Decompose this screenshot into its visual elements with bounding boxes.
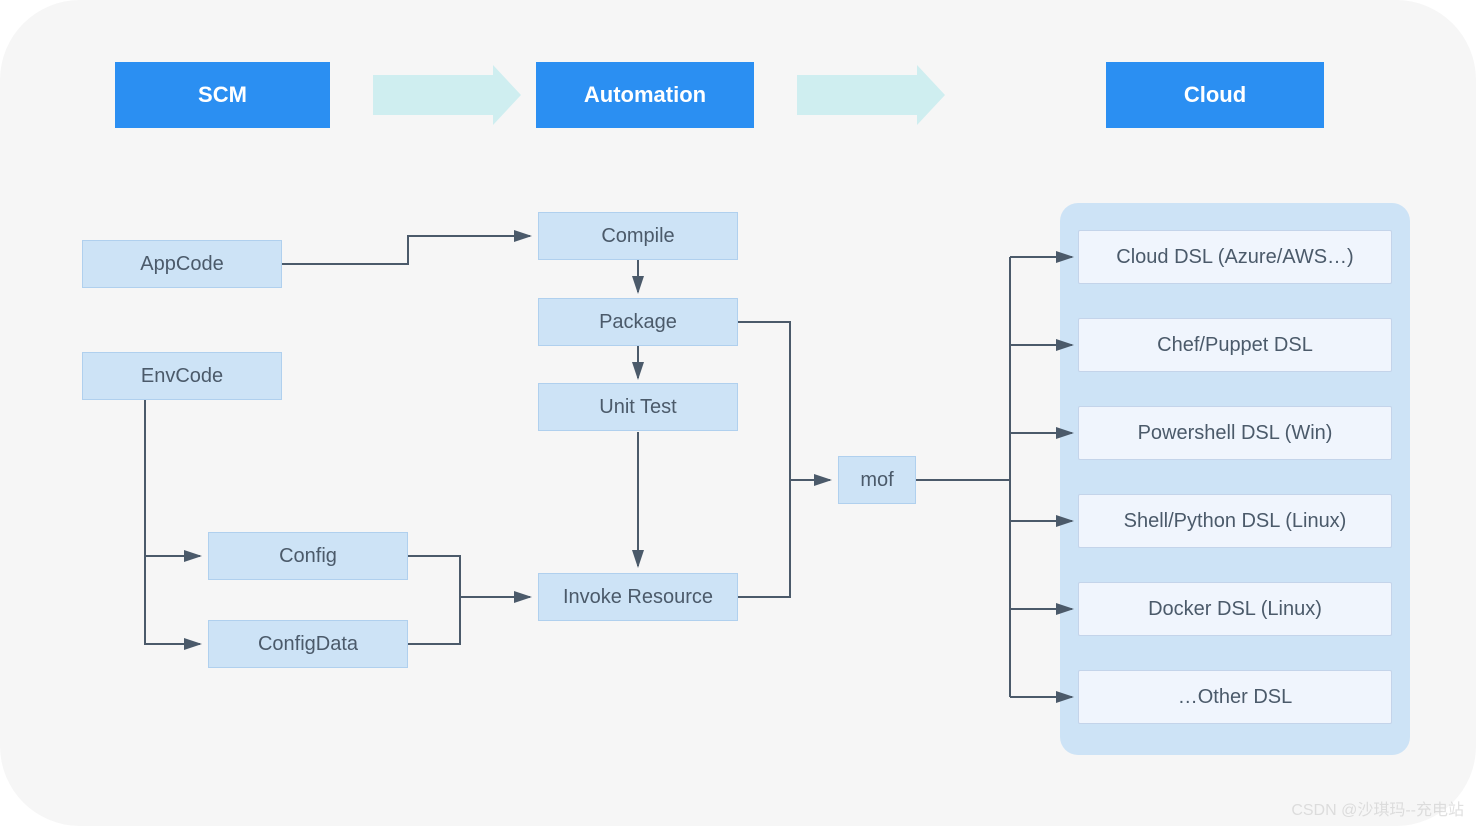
flow-arrow-2 — [797, 75, 917, 115]
node-envcode: EnvCode — [82, 352, 282, 400]
header-scm: SCM — [115, 62, 330, 128]
diagram-canvas: SCM Automation Cloud AppCode EnvCode Con… — [0, 0, 1476, 826]
node-configdata: ConfigData — [208, 620, 408, 668]
node-invoke: Invoke Resource — [538, 573, 738, 621]
node-config: Config — [208, 532, 408, 580]
node-package: Package — [538, 298, 738, 346]
cloud-item-0: Cloud DSL (Azure/AWS…) — [1078, 230, 1392, 284]
node-unittest: Unit Test — [538, 383, 738, 431]
watermark: CSDN @沙琪玛--充电站 — [1291, 796, 1464, 820]
header-cloud: Cloud — [1106, 62, 1324, 128]
cloud-item-5: …Other DSL — [1078, 670, 1392, 724]
cloud-item-3: Shell/Python DSL (Linux) — [1078, 494, 1392, 548]
cloud-item-1: Chef/Puppet DSL — [1078, 318, 1392, 372]
node-mof: mof — [838, 456, 916, 504]
node-appcode: AppCode — [82, 240, 282, 288]
cloud-item-4: Docker DSL (Linux) — [1078, 582, 1392, 636]
flow-arrow-1 — [373, 75, 493, 115]
node-compile: Compile — [538, 212, 738, 260]
cloud-item-2: Powershell DSL (Win) — [1078, 406, 1392, 460]
header-automation: Automation — [536, 62, 754, 128]
